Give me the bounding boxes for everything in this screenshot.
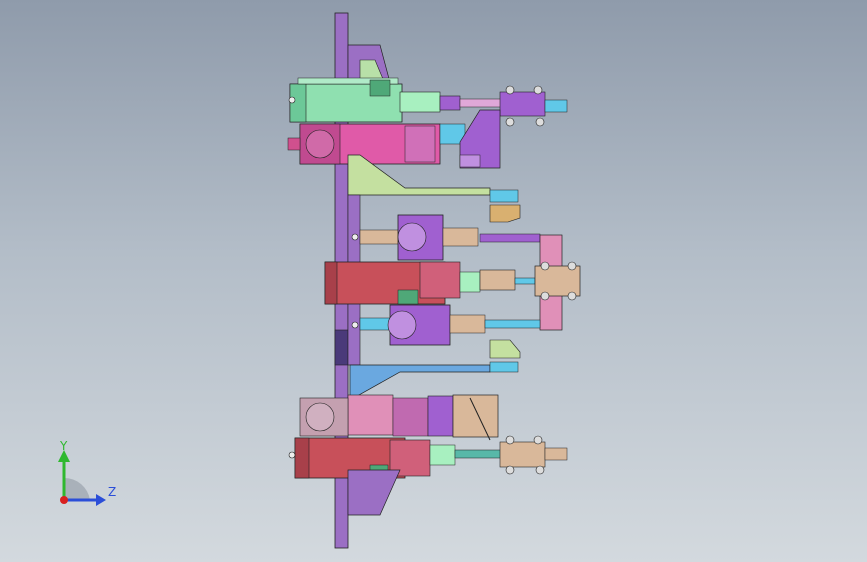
- fixture-assembly-model[interactable]: [0, 0, 867, 562]
- axis-triad: Y Z: [58, 439, 116, 506]
- middle-clamp-unit: [324, 194, 581, 366]
- x-axis-point: [60, 496, 68, 504]
- z-axis-arrow: [96, 494, 106, 506]
- lower-support-arm: [349, 339, 521, 401]
- cad-viewport[interactable]: Y Z: [0, 0, 867, 562]
- z-axis-label: Z: [108, 485, 116, 499]
- triad-shadow: [64, 477, 90, 500]
- top-clamp-unit: [287, 44, 568, 169]
- y-axis-label: Y: [59, 439, 68, 453]
